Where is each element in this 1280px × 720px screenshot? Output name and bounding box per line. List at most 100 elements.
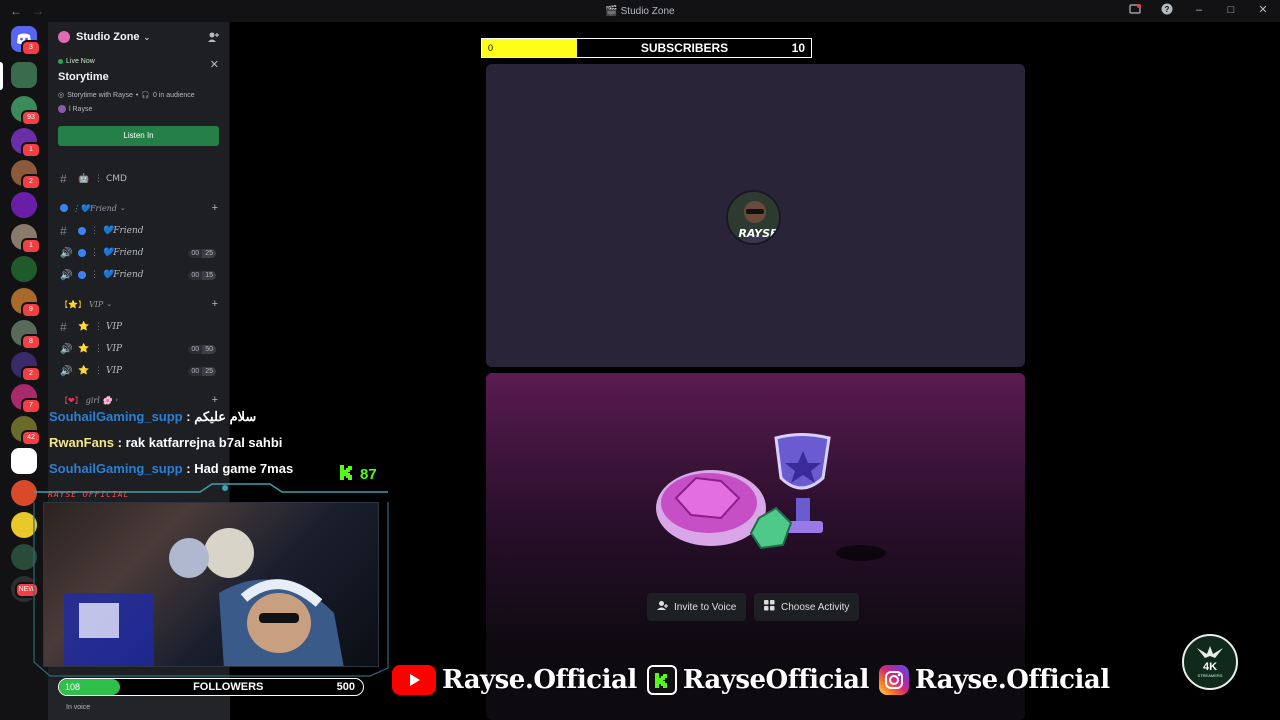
chat-message: SouhailGaming_supp : سلام عليكم [49, 409, 257, 424]
participant-tile[interactable]: RAYSE [486, 64, 1025, 367]
server-icon[interactable] [11, 448, 37, 474]
channel-item-friend-text[interactable]: # ⋮ 💙Friend [48, 220, 230, 242]
stage-title: Storytime [58, 71, 109, 83]
server-icon[interactable]: 7 [11, 384, 41, 414]
server-icon[interactable]: 8 [11, 320, 41, 350]
choose-activity-button[interactable]: Choose Activity [754, 593, 860, 621]
phoenix-icon [1197, 646, 1223, 658]
window-title: 🎬 Studio Zone [605, 5, 675, 17]
notification-badge: 3 [21, 40, 41, 56]
subscribers-label: SUBSCRIBERS [640, 41, 729, 55]
forward-arrow-icon[interactable]: → [32, 4, 44, 18]
channel-item-vip-text[interactable]: # ⭐ ⋮ VIP [48, 316, 230, 338]
add-member-icon[interactable] [207, 31, 219, 43]
server-icon[interactable] [11, 192, 37, 218]
followers-goal: 500 [336, 681, 355, 693]
webcam-feed [43, 502, 379, 667]
stream-chat-overlay: SouhailGaming_supp : سلام عليكم RwanFans… [49, 407, 293, 485]
channel-item-cmd[interactable]: # 🤖 ⋮ CMD [48, 168, 230, 190]
followers-progress-fill: 108 [59, 679, 120, 695]
stage-host: l Rayse [58, 105, 219, 113]
help-icon[interactable]: ? [1160, 3, 1174, 17]
server-header[interactable]: Studio Zone ⌄ [48, 22, 229, 52]
category-friend[interactable]: ⋮ 💙Friend ⌄ + [48, 196, 230, 220]
back-arrow-icon[interactable]: ← [10, 4, 22, 18]
listen-in-button[interactable]: Listen In [58, 126, 219, 146]
channel-item-vip-voice[interactable]: 🔊 ⭐ ⋮ VIP 00 50 [48, 338, 230, 360]
instagram-icon [878, 665, 909, 695]
social-handles: Rayse.Official RayseOfficial Rayse.Offic… [392, 663, 1120, 697]
robot-icon: 🤖 [78, 174, 90, 184]
stage-meta: ◎ Storytime with Rayse • 🎧 0 in audience [58, 91, 195, 100]
subscribers-progress-fill: 0 [482, 39, 578, 57]
headphones-icon: 🎧 [141, 92, 151, 99]
maximize-icon[interactable]: □ [1224, 3, 1238, 17]
participant-avatar: RAYSE [726, 190, 781, 245]
hash-icon: # [60, 224, 67, 238]
category-vip[interactable]: 【⭐】 VIP ⌄ + [48, 292, 230, 316]
social-kick: RayseOfficial [646, 665, 869, 695]
youtube-icon [392, 665, 436, 695]
star-icon: 【⭐】 [60, 299, 86, 309]
blue-circle-icon [78, 249, 86, 257]
server-icon[interactable]: 42 [11, 416, 41, 446]
server-icon[interactable]: 9 [11, 288, 41, 318]
blue-circle-icon [78, 227, 86, 235]
host-avatar-icon [58, 105, 66, 113]
active-server-pill [0, 62, 3, 90]
avatar-label: RAYSE [738, 227, 778, 240]
minimize-icon[interactable]: – [1192, 3, 1206, 17]
add-channel-icon[interactable]: + [212, 298, 218, 310]
user-limit-badge: 00 50 [188, 344, 216, 354]
server-icon[interactable] [11, 256, 37, 282]
live-status: Live Now [58, 58, 219, 65]
add-channel-icon[interactable]: + [212, 202, 218, 214]
followers-label: FOLLOWERS [193, 681, 264, 693]
user-limit-badge: 00 15 [188, 270, 216, 280]
discord-home-icon[interactable]: 3 [11, 26, 41, 56]
social-instagram: Rayse.Official [878, 665, 1110, 695]
server-icon[interactable]: 1 [11, 224, 41, 254]
blue-circle-icon [78, 271, 86, 279]
channel-item-friend-voice[interactable]: 🔊 ⋮ 💙Friend 00 25 [48, 242, 230, 264]
webcam-label: RAYSE OFFICIAL [48, 490, 130, 499]
followers-goal-bar: 108 FOLLOWERS 500 [58, 678, 364, 696]
user-limit-badge: 00 25 [188, 248, 216, 258]
server-logo-icon [58, 31, 70, 43]
live-dot-icon [58, 59, 63, 64]
speaker-locked-icon: 🔊 [60, 343, 73, 355]
4k-streamers-badge: 4K STREAMERS [1182, 634, 1238, 690]
channel-item-vip-voice[interactable]: 🔊 ⭐ ⋮ VIP 00 25 [48, 360, 230, 382]
invite-to-voice-button[interactable]: Invite to Voice [647, 593, 747, 621]
server-icon[interactable]: 1 [11, 128, 41, 158]
server-icon[interactable]: 2 [11, 160, 41, 190]
star-icon: ⭐ [78, 322, 90, 332]
server-icon[interactable]: 93 [11, 96, 41, 126]
speaker-locked-icon: 🔊 [60, 365, 73, 377]
star-icon: ⭐ [78, 366, 90, 376]
social-youtube: Rayse.Official [392, 665, 637, 695]
channel-item-friend-voice[interactable]: 🔊 ⋮ 💙Friend 00 15 [48, 264, 230, 286]
stage-icon: ◎ [58, 92, 65, 99]
voice-status: In voice [66, 704, 91, 711]
speaker-locked-icon: 🔊 [60, 269, 73, 281]
add-person-icon [657, 600, 668, 614]
close-window-icon[interactable]: ✕ [1256, 3, 1270, 17]
server-studio-zone[interactable] [11, 62, 37, 88]
svg-text:?: ? [1165, 5, 1170, 14]
close-icon[interactable]: ✕ [210, 58, 219, 71]
user-limit-badge: 00 25 [188, 366, 216, 376]
server-icon[interactable]: 2 [11, 352, 41, 382]
subscribers-goal-bar: 0 SUBSCRIBERS 10 [481, 38, 812, 58]
inbox-icon[interactable] [1128, 3, 1142, 17]
star-icon: ⭐ [78, 344, 90, 354]
channel-list: # 🤖 ⋮ CMD ⋮ 💙Friend ⌄ + # ⋮ 💙Friend 🔊 ⋮ … [48, 168, 230, 412]
activity-illustration [656, 433, 886, 561]
chat-message: RwanFans : rak katfarrejna b7al sahbi [49, 435, 283, 450]
blue-circle-icon [60, 204, 68, 212]
server-name: Studio Zone [76, 31, 140, 43]
hash-icon: # [60, 172, 67, 186]
add-channel-icon[interactable]: + [212, 394, 218, 406]
kick-icon [646, 665, 677, 695]
heart-icon: 【❤】 [60, 395, 83, 405]
